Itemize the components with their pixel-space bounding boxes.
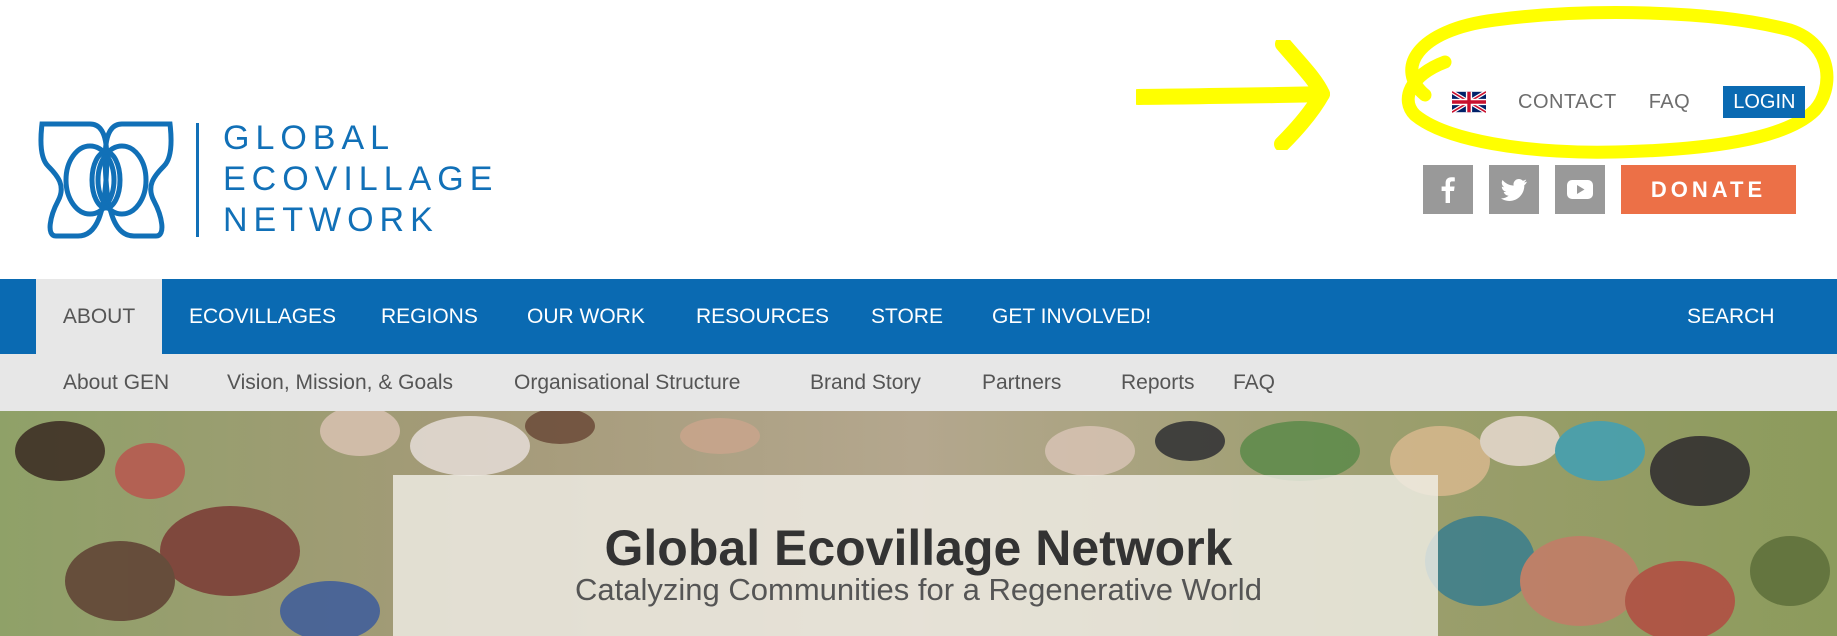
contact-link[interactable]: CONTACT — [1518, 91, 1617, 114]
subnav-item-partners[interactable]: Partners — [982, 354, 1061, 411]
facebook-icon — [1441, 176, 1455, 203]
subnav-item-vision[interactable]: Vision, Mission, & Goals — [227, 354, 453, 411]
hero-title: Global Ecovillage Network — [604, 520, 1233, 576]
nav-item-about[interactable]: ABOUT — [36, 279, 162, 354]
logo-line-1: GLOBAL — [223, 119, 396, 157]
nav-item-search[interactable]: SEARCH — [1687, 279, 1775, 354]
subnav-item-reports[interactable]: Reports — [1121, 354, 1195, 411]
youtube-icon — [1567, 180, 1593, 199]
sub-nav: About GEN Vision, Mission, & Goals Organ… — [0, 354, 1837, 411]
annotation-highlight-circle — [1401, 6, 1834, 159]
site-header: GLOBAL ECOVILLAGE NETWORK CONTACT FAQ LO… — [0, 0, 1837, 279]
nav-item-our-work[interactable]: OUR WORK — [527, 279, 645, 354]
uk-flag-icon[interactable] — [1452, 91, 1486, 113]
site-logo[interactable]: GLOBAL ECOVILLAGE NETWORK — [38, 118, 498, 241]
faq-link[interactable]: FAQ — [1649, 91, 1691, 114]
facebook-button[interactable] — [1423, 165, 1473, 214]
logo-divider — [196, 122, 199, 237]
subnav-item-faq[interactable]: FAQ — [1233, 354, 1275, 411]
subnav-item-brand-story[interactable]: Brand Story — [810, 354, 921, 411]
nav-item-regions[interactable]: REGIONS — [381, 279, 478, 354]
butterfly-logo-icon — [38, 121, 174, 238]
twitter-button[interactable] — [1489, 165, 1539, 214]
logo-line-2: ECOVILLAGE — [223, 160, 499, 198]
subnav-item-about-gen[interactable]: About GEN — [63, 354, 169, 411]
logo-wordmark: GLOBAL ECOVILLAGE NETWORK — [223, 118, 498, 241]
utility-nav: CONTACT FAQ LOGIN — [1452, 86, 1806, 118]
nav-item-store[interactable]: STORE — [871, 279, 943, 354]
nav-item-resources[interactable]: RESOURCES — [696, 279, 829, 354]
main-nav: ABOUT ECOVILLAGES REGIONS OUR WORK RESOU… — [0, 279, 1837, 354]
donate-button[interactable]: DONATE — [1621, 165, 1796, 214]
nav-item-ecovillages[interactable]: ECOVILLAGES — [189, 279, 336, 354]
hero-subtitle: Catalyzing Communities for a Regenerativ… — [575, 572, 1262, 607]
login-button[interactable]: LOGIN — [1723, 86, 1806, 118]
nav-item-get-involved[interactable]: GET INVOLVED! — [992, 279, 1151, 354]
youtube-button[interactable] — [1555, 165, 1605, 214]
logo-line-3: NETWORK — [223, 201, 439, 239]
subnav-item-org-structure[interactable]: Organisational Structure — [514, 354, 740, 411]
annotation-arrow-icon — [1136, 40, 1330, 150]
twitter-icon — [1501, 178, 1527, 201]
